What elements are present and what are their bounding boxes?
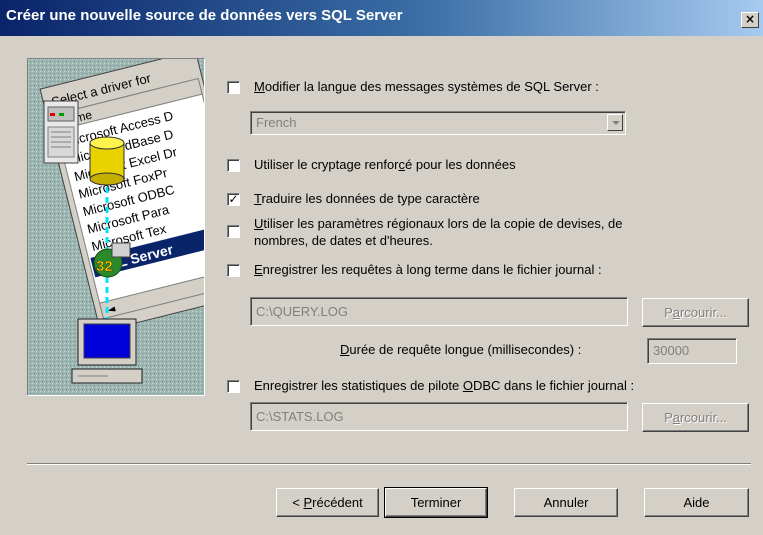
close-button[interactable]: × [741,12,759,28]
encryption-label: Utiliser le cryptage renforcé pour les d… [254,157,516,172]
language-dropdown[interactable]: French [250,111,626,135]
long-query-duration-field[interactable]: 30000 [647,338,737,364]
query-log-path-field[interactable]: C:\QUERY.LOG [250,297,628,326]
badge-32-text: 32 [96,258,113,275]
finish-button[interactable]: Terminer [384,487,488,518]
wizard-art: Select a driver for Name Microsoft Acces… [28,59,204,395]
browse-stats-log-button[interactable]: Parcourir... [642,403,749,432]
language-checkbox[interactable] [227,81,240,94]
regional-label-line2: nombres, de dates et d'heures. [254,233,433,248]
computer-icon [71,318,143,384]
server-icon [43,100,79,164]
stats-log-path-field[interactable]: C:\STATS.LOG [250,402,628,431]
chevron-down-icon [607,114,623,131]
cancel-button[interactable]: Annuler [514,488,618,517]
database-icon [89,136,125,186]
long-queries-label: Enregistrer les requêtes à long terme da… [254,262,602,277]
back-button[interactable]: < Précédent [276,488,379,517]
translate-checkbox[interactable]: ✓ [227,192,240,206]
help-button[interactable]: Aide [644,488,749,517]
odbc-stats-checkbox[interactable] [227,380,240,393]
encryption-checkbox[interactable] [227,159,240,172]
window-title: Créer une nouvelle source de données ver… [6,7,403,24]
long-query-duration-label: Durée de requête longue (millisecondes) … [340,342,582,357]
language-label: Modifier la langue des messages systèmes… [254,79,599,94]
regional-checkbox[interactable] [227,225,240,238]
translate-label: Traduire les données de type caractère [254,191,480,206]
browse-query-log-button[interactable]: Parcourir... [642,298,749,327]
language-dropdown-value: French [256,115,297,130]
dialog-window: Créer une nouvelle source de données ver… [0,0,763,535]
wizard-illustration: Select a driver for Name Microsoft Acces… [27,58,205,396]
title-bar[interactable]: Créer une nouvelle source de données ver… [0,0,763,36]
long-queries-checkbox[interactable] [227,264,240,277]
separator [27,463,751,465]
regional-label: Utiliser les paramètres régionaux lors d… [254,216,623,231]
translate-check-mark: ✓ [228,192,239,206]
odbc-stats-label: Enregistrer les statistiques de pilote O… [254,378,635,393]
